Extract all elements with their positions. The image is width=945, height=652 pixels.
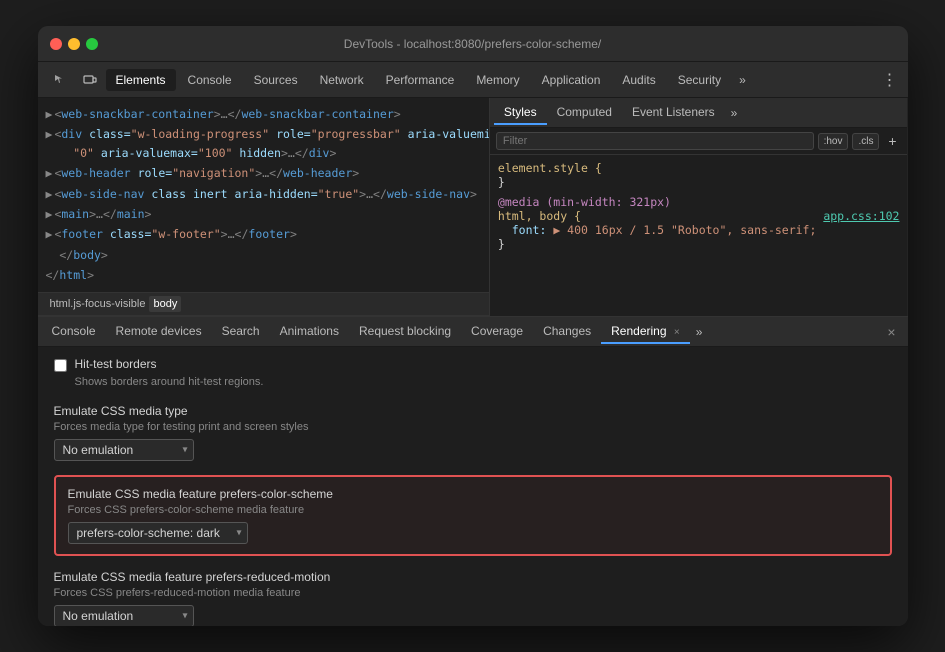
tab-console[interactable]: Console — [178, 69, 242, 91]
dom-tree[interactable]: ▶<web-snackbar-container>…</web-snackbar… — [38, 98, 489, 292]
drawer-tab-animations[interactable]: Animations — [270, 320, 349, 344]
drawer-tab-changes[interactable]: Changes — [533, 320, 601, 344]
drawer-close-button[interactable]: × — [879, 320, 903, 344]
style-rule-media: @media (min-width: 321px) html, body { a… — [498, 195, 900, 251]
tab-performance[interactable]: Performance — [376, 69, 465, 91]
dom-line: ▶<web-snackbar-container>…</web-snackbar… — [46, 104, 481, 124]
prefers-color-scheme-select[interactable]: prefers-color-scheme: dark prefers-color… — [68, 522, 248, 544]
tab-audits[interactable]: Audits — [612, 69, 665, 91]
style-media-query: @media (min-width: 321px) — [498, 195, 671, 209]
tab-security[interactable]: Security — [668, 69, 731, 91]
css-media-type-item: Emulate CSS media type Forces media type… — [54, 404, 892, 461]
dom-line: ▶<main>…</main> — [46, 204, 481, 224]
rendering-content: Hit-test borders Shows borders around hi… — [38, 347, 908, 626]
tab-network[interactable]: Network — [310, 69, 374, 91]
dom-line: </html> — [46, 265, 481, 285]
hit-test-label: Hit-test borders — [75, 357, 157, 371]
tab-elements[interactable]: Elements — [106, 69, 176, 91]
drawer-more-button[interactable]: » — [690, 321, 709, 343]
prefers-reduced-motion-select-wrapper: No emulation ▾ — [54, 605, 194, 626]
titlebar: DevTools - localhost:8080/prefers-color-… — [38, 26, 908, 62]
filter-input[interactable] — [496, 132, 814, 150]
breadcrumb: html.js-focus-visible body — [38, 292, 489, 316]
style-rule-element: element.style { } — [498, 161, 900, 189]
filter-add-button[interactable]: + — [883, 132, 901, 150]
tab-event-listeners[interactable]: Event Listeners — [622, 101, 725, 125]
toolbar-menu-icon[interactable]: ⋮ — [880, 66, 900, 94]
filter-cls-button[interactable]: .cls — [852, 133, 879, 150]
css-media-type-desc: Forces media type for testing print and … — [54, 421, 892, 433]
tab-sources[interactable]: Sources — [244, 69, 308, 91]
dom-line: ▶<web-header role="navigation">…</web-he… — [46, 163, 481, 183]
main-content: ▶<web-snackbar-container>…</web-snackbar… — [38, 98, 908, 316]
rendering-tab-close[interactable]: × — [674, 327, 680, 338]
dom-line: ▶<div class="w-loading-progress" role="p… — [46, 124, 481, 163]
tab-memory[interactable]: Memory — [466, 69, 529, 91]
prefers-reduced-motion-select[interactable]: No emulation — [54, 605, 194, 626]
style-selector: element.style { — [498, 161, 602, 175]
tab-application[interactable]: Application — [532, 69, 611, 91]
style-rule-selector: html, body { — [498, 209, 581, 223]
hit-test-checkbox[interactable] — [54, 359, 67, 372]
maximize-button[interactable] — [86, 38, 98, 50]
dom-line: ▶<web-side-nav class inert aria-hidden="… — [46, 184, 481, 204]
prefers-reduced-motion-desc: Forces CSS prefers-reduced-motion media … — [54, 587, 892, 599]
devtools-window: DevTools - localhost:8080/prefers-color-… — [38, 26, 908, 626]
drawer-tab-rendering[interactable]: Rendering × — [601, 320, 690, 344]
breadcrumb-item-body[interactable]: body — [149, 296, 181, 312]
css-media-type-label: Emulate CSS media type — [54, 404, 892, 418]
window-title: DevTools - localhost:8080/prefers-color-… — [344, 37, 601, 51]
style-value: ▶ 400 16px / 1.5 "Roboto", sans-serif; — [553, 223, 816, 237]
minimize-button[interactable] — [68, 38, 80, 50]
css-media-type-select-wrapper: No emulation ▾ — [54, 439, 194, 461]
close-button[interactable] — [50, 38, 62, 50]
css-media-type-select[interactable]: No emulation — [54, 439, 194, 461]
prefers-reduced-motion-label: Emulate CSS media feature prefers-reduce… — [54, 570, 892, 584]
inspect-icon[interactable] — [46, 66, 74, 94]
prefers-color-scheme-desc: Forces CSS prefers-color-scheme media fe… — [68, 504, 878, 516]
filter-bar: :hov .cls + — [490, 128, 908, 155]
styles-tabs: Styles Computed Event Listeners » — [490, 98, 908, 128]
styles-panel: Styles Computed Event Listeners » :hov .… — [490, 98, 908, 316]
styles-content: element.style { } @media (min-width: 321… — [490, 155, 908, 316]
hit-test-desc: Shows borders around hit-test regions. — [75, 375, 892, 390]
tab-computed[interactable]: Computed — [547, 101, 622, 125]
hit-test-borders-item: Hit-test borders Shows borders around hi… — [54, 357, 892, 390]
right-tab-more[interactable]: » — [725, 102, 744, 124]
bottom-drawer: Console Remote devices Search Animations… — [38, 316, 908, 626]
elements-panel: ▶<web-snackbar-container>…</web-snackbar… — [38, 98, 490, 316]
dom-line: ▶<footer class="w-footer">…</footer> — [46, 224, 481, 244]
device-icon[interactable] — [76, 66, 104, 94]
main-toolbar: Elements Console Sources Network Perform… — [38, 62, 908, 98]
drawer-tab-coverage[interactable]: Coverage — [461, 320, 533, 344]
prefers-color-scheme-select-wrapper: prefers-color-scheme: dark prefers-color… — [68, 522, 248, 544]
drawer-tabs: Console Remote devices Search Animations… — [38, 317, 908, 347]
prefers-reduced-motion-item: Emulate CSS media feature prefers-reduce… — [54, 570, 892, 626]
drawer-tab-console[interactable]: Console — [42, 320, 106, 344]
dom-line: </body> — [46, 245, 481, 265]
style-source-link[interactable]: app.css:102 — [823, 209, 899, 223]
filter-hov-button[interactable]: :hov — [818, 133, 849, 150]
breadcrumb-item-html[interactable]: html.js-focus-visible — [46, 296, 150, 312]
traffic-lights — [50, 38, 98, 50]
drawer-tab-remote-devices[interactable]: Remote devices — [106, 320, 212, 344]
drawer-tab-request-blocking[interactable]: Request blocking — [349, 320, 461, 344]
prefers-color-scheme-label: Emulate CSS media feature prefers-color-… — [68, 487, 878, 501]
tab-styles[interactable]: Styles — [494, 101, 547, 125]
prefers-color-scheme-box: Emulate CSS media feature prefers-color-… — [54, 475, 892, 556]
drawer-tab-search[interactable]: Search — [212, 320, 270, 344]
style-property: font: — [512, 223, 547, 237]
toolbar-more-button[interactable]: » — [733, 69, 752, 91]
